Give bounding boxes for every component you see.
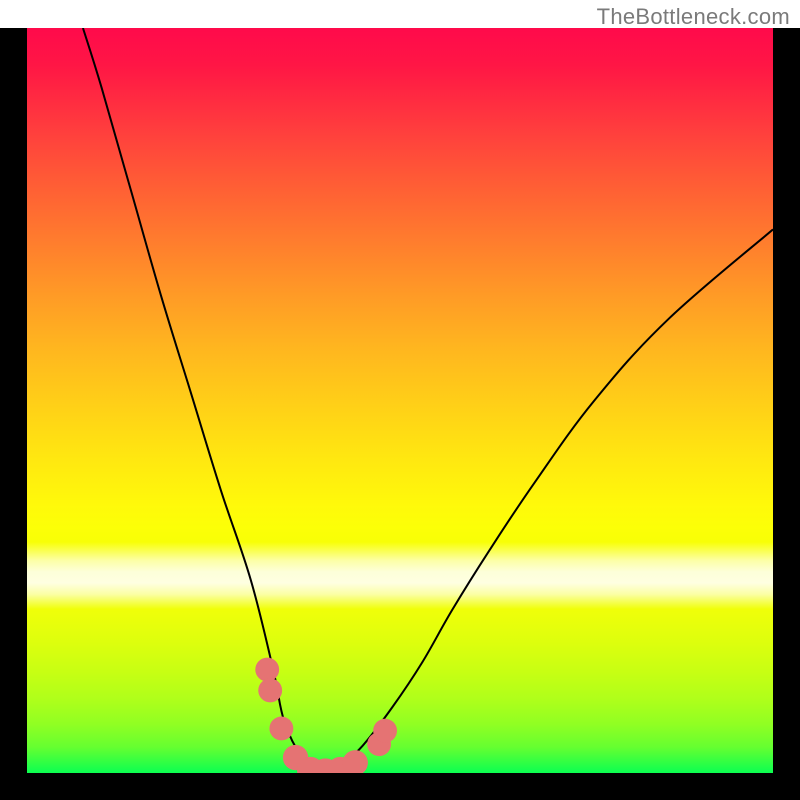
bottleneck-curve-line bbox=[83, 28, 773, 771]
highlight-marker bbox=[258, 679, 282, 703]
highlight-marker bbox=[373, 719, 397, 743]
attribution-watermark: TheBottleneck.com bbox=[597, 4, 790, 30]
highlight-markers bbox=[255, 658, 397, 773]
plot-area bbox=[27, 28, 773, 773]
highlight-marker bbox=[269, 717, 293, 741]
chart-svg bbox=[27, 28, 773, 773]
highlight-marker bbox=[343, 750, 368, 773]
highlight-marker bbox=[255, 658, 279, 682]
chart-frame bbox=[0, 28, 800, 800]
